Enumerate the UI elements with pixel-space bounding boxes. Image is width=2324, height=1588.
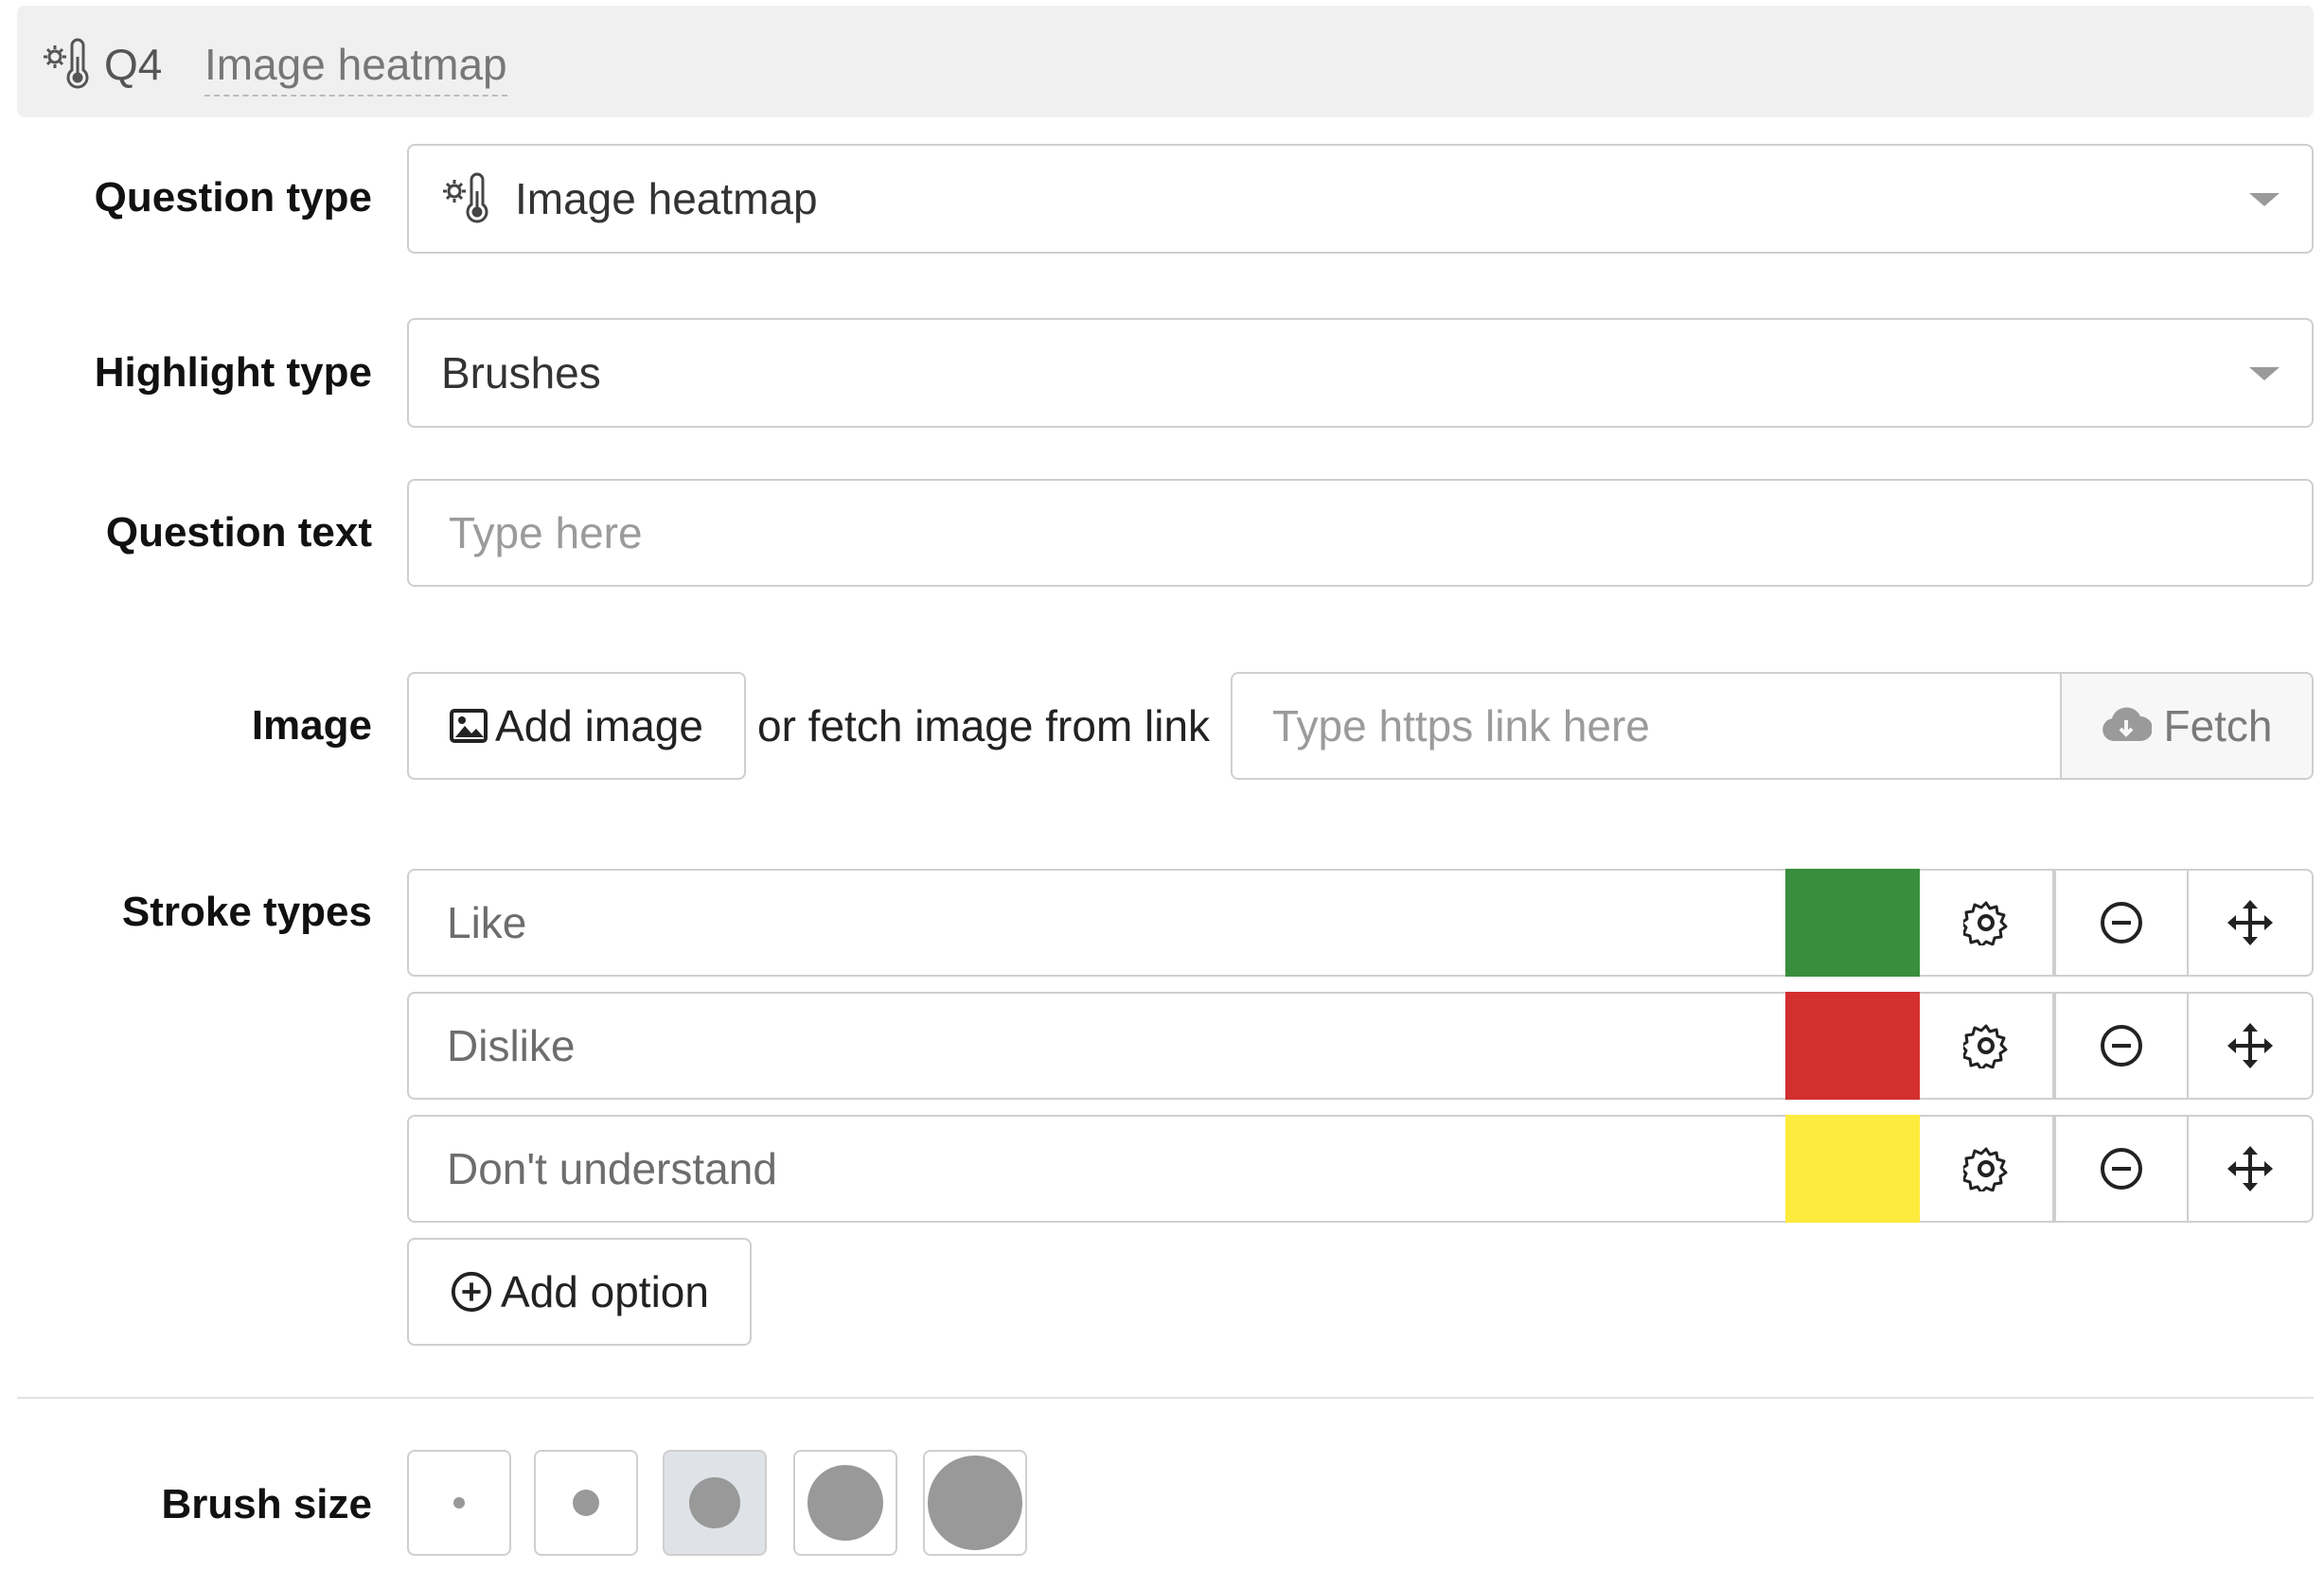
drag-handle[interactable] [2187,1115,2314,1223]
stroke-type-value: Dislike [447,1021,576,1070]
stroke-type-row: Don't understand [407,1115,2314,1223]
drag-handle[interactable] [2187,869,2314,977]
drag-handle[interactable] [2187,992,2314,1100]
stroke-type-row: Like [407,869,2314,977]
add-option-button[interactable]: Add option [407,1238,752,1346]
minus-circle-icon [2101,902,2142,944]
fetch-button[interactable]: Fetch [2060,672,2314,780]
brush-dot [689,1477,740,1528]
minus-circle-icon [2101,1025,2142,1067]
move-icon [2227,1146,2273,1191]
remove-button[interactable] [2054,869,2189,977]
stroke-type-input[interactable]: Don't understand [407,1115,1785,1223]
settings-button[interactable] [1920,869,2054,977]
fetch-label: Fetch [2163,701,2273,750]
question-type-value: Image heatmap [515,174,818,223]
settings-button[interactable] [1920,992,2054,1100]
brush-size-option[interactable] [534,1450,638,1556]
stroke-type-value: Like [447,898,527,947]
fetch-link-group: Type https link here Fetch [1231,672,2314,780]
question-text-input[interactable]: Type here [407,479,2314,587]
heatmap-icon [42,38,95,91]
question-type-label: Question type [94,174,372,221]
brush-size-label: Brush size [161,1481,372,1527]
remove-button[interactable] [2054,1115,2189,1223]
section-divider [17,1397,2314,1399]
stroke-type-row: Dislike [407,992,2314,1100]
heatmap-icon [441,172,494,225]
settings-button[interactable] [1920,1115,2054,1223]
plus-circle-icon [451,1271,492,1313]
question-text-label: Question text [105,509,372,556]
brush-size-option[interactable] [407,1450,511,1556]
image-link-placeholder: Type https link here [1272,701,1650,750]
question-text-placeholder: Type here [449,508,643,557]
gear-icon [1963,1147,2008,1191]
brush-dot [453,1497,465,1509]
chevron-down-icon [2249,367,2280,380]
brush-dot [573,1490,599,1516]
highlight-type-label: Highlight type [94,349,372,396]
brush-dot [928,1456,1022,1550]
highlight-type-value: Brushes [441,348,601,397]
brush-dot [807,1465,883,1541]
brush-size-option[interactable] [793,1450,897,1556]
brush-size-option[interactable] [663,1450,767,1556]
move-icon [2227,900,2273,945]
fetch-link-text: or fetch image from link [757,701,1211,750]
add-image-button[interactable]: Add image [407,672,746,780]
color-swatch[interactable] [1785,1115,1920,1223]
gear-icon [1963,1024,2008,1068]
image-icon [450,709,488,743]
add-image-label: Add image [495,701,703,750]
gear-icon [1963,901,2008,945]
cloud-download-icon [2102,707,2153,741]
brush-size-option[interactable] [923,1450,1027,1556]
question-header: Q4 Image heatmap [17,6,2314,117]
chevron-down-icon [2249,193,2280,206]
question-number: Q4 [104,40,163,89]
image-link-input[interactable]: Type https link here [1231,672,2062,780]
color-swatch[interactable] [1785,992,1920,1100]
stroke-type-input[interactable]: Like [407,869,1785,977]
minus-circle-icon [2101,1148,2142,1190]
question-title[interactable]: Image heatmap [204,38,507,97]
highlight-type-select[interactable]: Brushes [407,318,2314,428]
remove-button[interactable] [2054,992,2189,1100]
question-type-select[interactable]: Image heatmap [407,144,2314,254]
move-icon [2227,1023,2273,1068]
color-swatch[interactable] [1785,869,1920,977]
image-label: Image [251,702,372,749]
stroke-type-input[interactable]: Dislike [407,992,1785,1100]
stroke-type-value: Don't understand [447,1144,777,1193]
stroke-types-label: Stroke types [121,889,372,935]
add-option-label: Add option [501,1267,709,1316]
